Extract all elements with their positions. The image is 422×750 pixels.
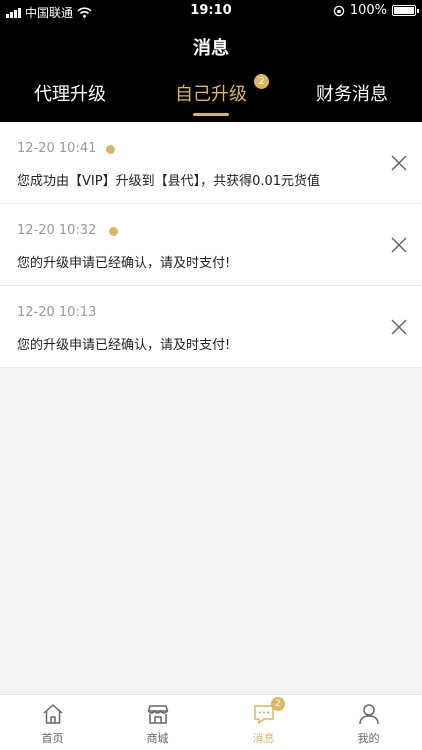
tabbar-label: 首页 (41, 732, 64, 745)
message-item[interactable]: 12-20 10:32 您的升级申请已经确认，请及时支付! (0, 204, 422, 286)
tab-agent-upgrade[interactable]: 代理升级 (0, 80, 140, 106)
message-list: 12-20 10:41 您成功由【VIP】升级到【县代】，共获得0.01元货值 … (0, 122, 422, 368)
close-icon[interactable] (388, 234, 410, 256)
message-time: 12-20 10:13 (17, 305, 97, 320)
battery-percent: 100% (349, 3, 387, 18)
message-item[interactable]: 12-20 10:13 您的升级申请已经确认，请及时支付! (0, 286, 422, 368)
message-text: 您成功由【VIP】升级到【县代】，共获得0.01元货值 (17, 174, 321, 189)
message-text: 您的升级申请已经确认，请及时支付! (17, 256, 231, 271)
tabbar-item-profile[interactable]: 我的 (316, 695, 421, 750)
close-icon[interactable] (388, 152, 410, 174)
tabbar-label: 消息 (252, 732, 275, 745)
tabbar-item-store[interactable]: 商城 (105, 695, 210, 750)
tab-label: 自己升级 (175, 84, 247, 105)
orientation-lock-icon (333, 5, 345, 16)
message-text: 您的升级申请已经确认，请及时支付! (17, 338, 231, 353)
tab-label: 代理升级 (34, 84, 106, 105)
page-title: 消息 (193, 38, 229, 59)
unread-dot (109, 227, 118, 236)
unread-badge: 2 (271, 697, 285, 711)
unread-badge: 2 (254, 74, 269, 89)
close-icon[interactable] (388, 316, 410, 338)
bottom-tab-bar: 首页 商城 2 消息 我的 (0, 694, 422, 750)
user-icon (359, 704, 379, 725)
header: 中国联通 19:10 100% 消息 代理升级 自己升级 2 财务消息 (0, 0, 422, 122)
tab-label: 财务消息 (316, 84, 388, 105)
unread-dot (106, 145, 115, 154)
tab-bar: 代理升级 自己升级 2 财务消息 (0, 74, 422, 120)
tabbar-label: 商城 (146, 732, 169, 745)
status-bar: 中国联通 19:10 100% (0, 0, 422, 22)
tabbar-item-messages[interactable]: 2 消息 (211, 695, 316, 750)
message-time: 12-20 10:41 (17, 141, 97, 156)
message-time: 12-20 10:32 (17, 223, 97, 238)
tabbar-item-home[interactable]: 首页 (0, 695, 105, 750)
tab-finance-messages[interactable]: 财务消息 (282, 80, 422, 106)
store-icon (147, 705, 169, 724)
message-item[interactable]: 12-20 10:41 您成功由【VIP】升级到【县代】，共获得0.01元货值 (0, 122, 422, 204)
active-tab-indicator (193, 113, 229, 116)
tab-self-upgrade[interactable]: 自己升级 2 (141, 74, 281, 116)
tabbar-label: 我的 (357, 732, 380, 745)
battery-icon (392, 5, 419, 16)
home-icon (43, 704, 63, 724)
